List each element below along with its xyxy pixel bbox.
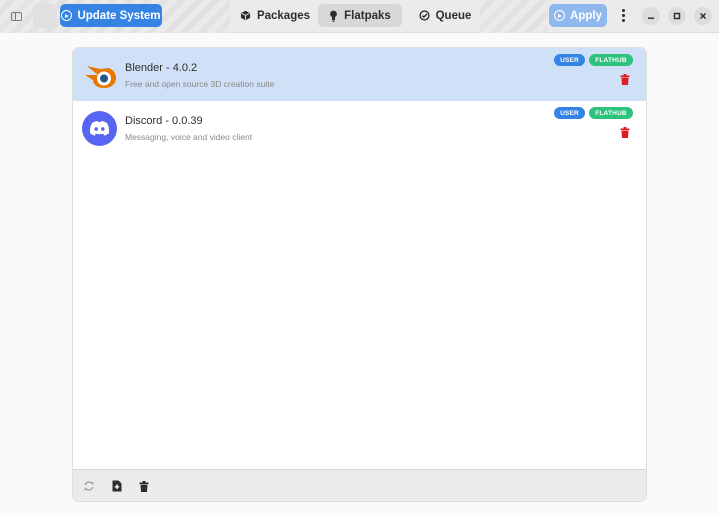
trash-icon: [620, 73, 630, 85]
maximize-icon: [673, 12, 681, 20]
blender-icon: [82, 58, 117, 93]
sidebar-icon: [11, 11, 22, 21]
package-icon: [240, 10, 251, 21]
menu-dot: [621, 9, 625, 12]
list-item[interactable]: Discord - 0.0.39 Messaging, voice and vi…: [73, 101, 646, 154]
app-name: Blender - 4.0.2: [125, 62, 198, 74]
close-button[interactable]: [694, 7, 712, 25]
maximize-button[interactable]: [668, 7, 686, 25]
update-system-button[interactable]: Update System: [60, 4, 162, 27]
update-system-label: Update System: [77, 9, 161, 22]
app-description: Free and open source 3D creation suite: [125, 79, 275, 89]
play-circle-icon: [554, 10, 566, 21]
tab-packages-label: Packages: [256, 9, 311, 22]
app-name: Discord - 0.0.39: [125, 115, 203, 127]
list-action-bar: [73, 469, 646, 501]
minimize-icon: [648, 17, 654, 19]
trash-icon: [139, 480, 149, 492]
delete-all-button[interactable]: [136, 478, 152, 494]
flatpak-icon: [330, 10, 338, 22]
refresh-icon: [84, 481, 94, 491]
menu-dot: [621, 14, 625, 17]
delete-button[interactable]: [619, 73, 631, 85]
menu-dot: [621, 19, 625, 22]
trash-icon: [620, 126, 630, 138]
play-circle-icon: [61, 10, 73, 21]
tab-flatpaks-label: Flatpaks: [344, 9, 391, 22]
discord-icon: [82, 111, 117, 146]
delete-button[interactable]: [619, 126, 631, 138]
flatpak-list: Blender - 4.0.2 Free and open source 3D …: [72, 47, 647, 502]
apply-label: Apply: [570, 9, 602, 22]
back-button[interactable]: [33, 4, 57, 28]
refresh-button[interactable]: [81, 478, 97, 494]
header-right-background: [480, 0, 548, 33]
header-bar: Update System Packages Flatpaks Queue Ap…: [0, 0, 719, 33]
tab-packages[interactable]: Packages: [237, 4, 313, 27]
installation-badge: USER: [554, 54, 585, 66]
apply-button[interactable]: Apply: [549, 4, 607, 27]
close-icon: [699, 12, 707, 20]
minimize-button[interactable]: [642, 7, 660, 25]
tab-queue[interactable]: Queue: [412, 4, 478, 27]
tab-flatpaks[interactable]: Flatpaks: [318, 4, 402, 27]
remote-badge: FLATHUB: [589, 54, 633, 66]
file-add-icon: [112, 480, 122, 492]
remote-badge: FLATHUB: [589, 107, 633, 119]
tab-queue-label: Queue: [435, 9, 472, 22]
queue-check-icon: [419, 10, 430, 21]
sidebar-toggle-button[interactable]: [4, 4, 29, 28]
app-description: Messaging, voice and video client: [125, 132, 253, 142]
list-item[interactable]: Blender - 4.0.2 Free and open source 3D …: [73, 48, 646, 101]
installation-badge: USER: [554, 107, 585, 119]
add-from-file-button[interactable]: [109, 478, 125, 494]
main-menu-button[interactable]: [613, 4, 633, 27]
